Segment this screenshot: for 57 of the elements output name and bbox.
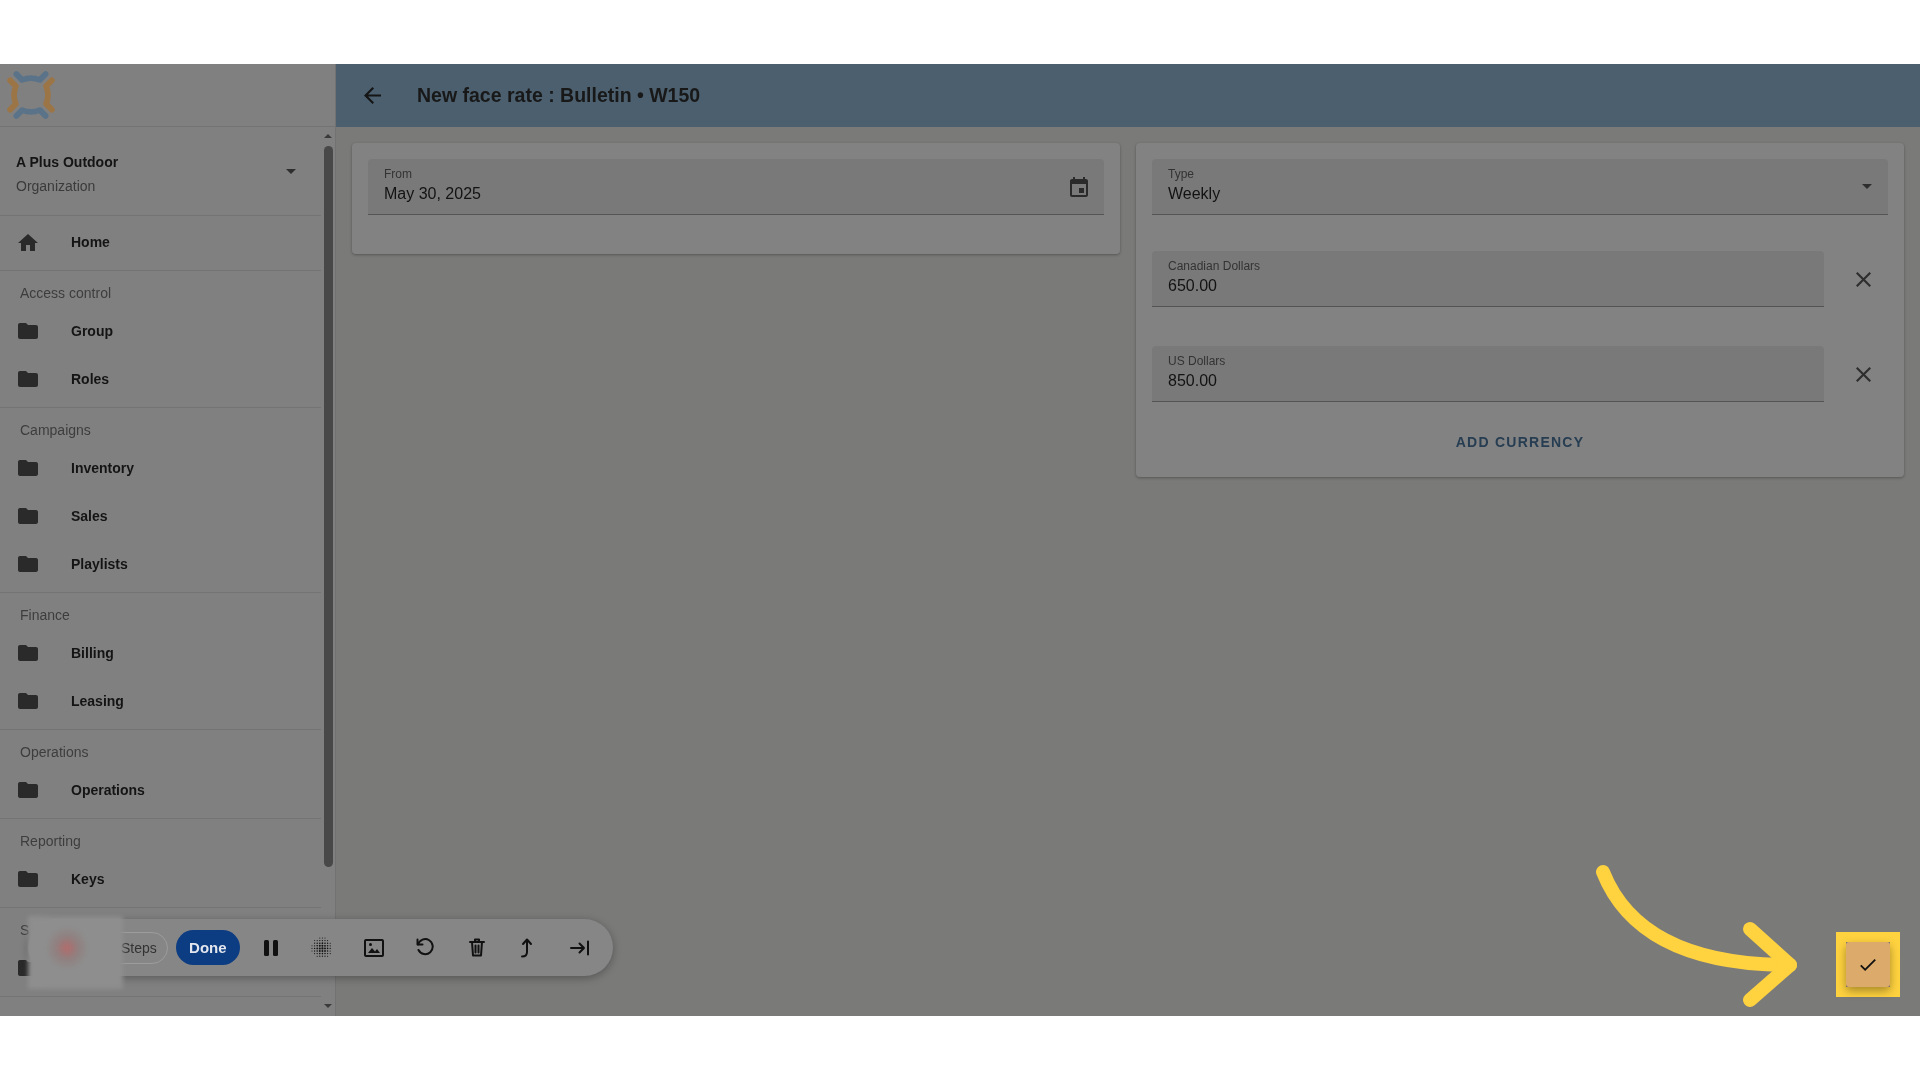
check-icon [1860, 958, 1876, 971]
nav-item[interactable]: Leasing [0, 677, 321, 725]
organization-name: A Plus Outdoor [16, 154, 119, 170]
scroll-down-icon[interactable] [324, 1004, 332, 1008]
calendar-icon[interactable] [1070, 176, 1088, 197]
undo-icon[interactable] [415, 938, 435, 957]
section-heading: Finance [20, 607, 70, 623]
folder-icon [18, 693, 38, 709]
app-logo [7, 71, 55, 119]
nav-item[interactable]: Playlists [0, 540, 321, 588]
amount-field[interactable]: US Dollars 850.00 [1152, 346, 1824, 402]
amount-field[interactable]: Canadian Dollars 650.00 [1152, 251, 1824, 307]
folder-icon [18, 460, 38, 476]
folder-icon [18, 323, 38, 339]
arrow-to-bar-icon[interactable] [569, 939, 590, 956]
nav-item[interactable]: Inventory [0, 444, 321, 492]
nav-item[interactable]: Operations [0, 766, 321, 814]
section-heading: Reporting [20, 833, 81, 849]
folder-icon [18, 556, 38, 572]
scroll-up-icon[interactable] [324, 134, 332, 138]
date-field[interactable]: From May 30, 2025 [368, 159, 1104, 215]
nav-item[interactable]: Home [0, 218, 321, 266]
trash-icon[interactable] [468, 938, 485, 957]
caret-icon [286, 169, 296, 174]
nav-item[interactable]: Keys [0, 855, 321, 903]
section-heading: Operations [20, 744, 89, 760]
primary-button[interactable]: Done [175, 930, 240, 965]
folder-icon [18, 645, 38, 661]
pause-icon[interactable] [263, 939, 278, 956]
close-icon[interactable] [1855, 366, 1871, 382]
folder-icon [18, 371, 38, 387]
organization-selector[interactable]: A Plus Outdoor Organization [0, 127, 321, 216]
field-label: Type [1168, 167, 1194, 181]
confirm-button[interactable] [1846, 942, 1890, 987]
scrollbar-thumb[interactable] [323, 146, 333, 867]
section-heading: S [20, 922, 30, 938]
field-label: Canadian Dollars [1168, 259, 1261, 273]
section-heading: Campaigns [20, 422, 91, 438]
section-heading: Access control [20, 285, 112, 301]
folder-icon [18, 508, 38, 524]
caret-icon[interactable] [1862, 184, 1872, 189]
folder-icon [18, 871, 38, 887]
close-icon[interactable] [1855, 271, 1871, 287]
nav-item[interactable]: Roles [0, 355, 321, 403]
organization-caption: Organization [16, 178, 96, 194]
field-label: From [384, 167, 412, 181]
nav-item[interactable]: Group [0, 307, 321, 355]
home-icon [18, 233, 38, 251]
folder-icon [18, 782, 38, 798]
image-icon[interactable] [363, 938, 384, 957]
left-arrow-icon[interactable] [364, 87, 381, 104]
field-label: US Dollars [1168, 354, 1226, 368]
page-title: New face rate : Bulletin • W150 [417, 84, 701, 107]
nav-item[interactable]: Sales [0, 492, 321, 540]
nav-item[interactable]: Billing [0, 629, 321, 677]
type-select[interactable]: Type Weekly [1152, 159, 1888, 215]
add-currency-button[interactable]: ADD CURRENCY [1447, 424, 1593, 460]
